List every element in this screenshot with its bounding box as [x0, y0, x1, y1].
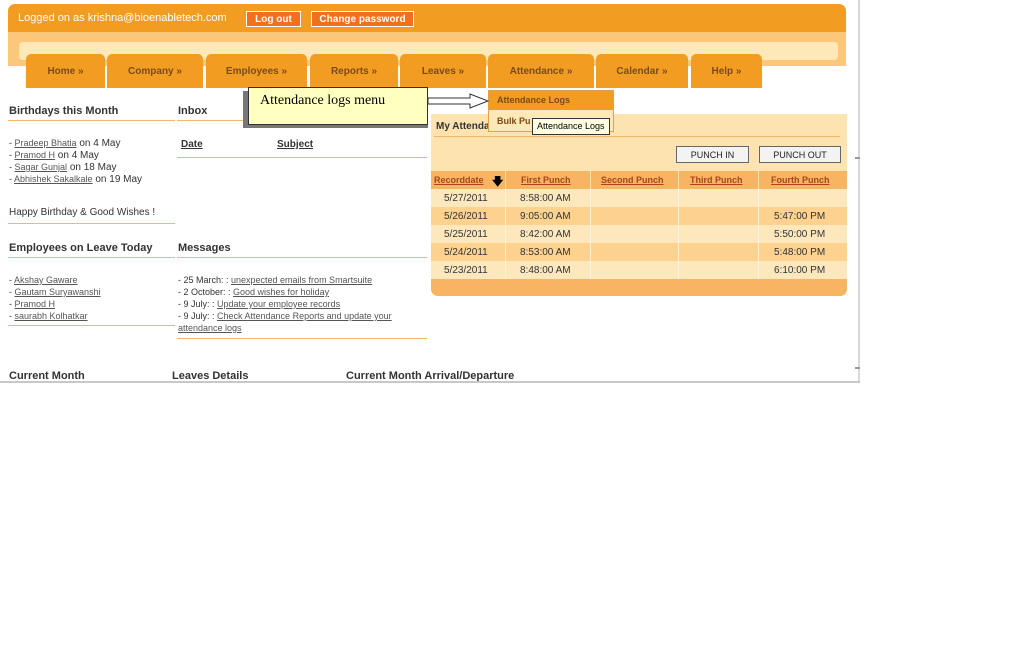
tab-leaves[interactable]: Leaves » [400, 54, 486, 88]
cell-date: 5/27/2011 [444, 193, 488, 204]
tab-company[interactable]: Company » [107, 54, 203, 88]
callout-arrow-icon [428, 93, 490, 109]
list-item: - 9 July: : Check Attendance Reports and… [178, 311, 392, 321]
callout-shadow [243, 125, 428, 128]
list-item: - Abhishek Sakalkale on 19 May [9, 174, 143, 185]
divider [177, 257, 427, 258]
employee-link[interactable]: Akshay Gaware [14, 275, 78, 285]
cell-first: 8:42:00 AM [520, 229, 571, 240]
column-separator [505, 189, 506, 279]
inbox-col-subject[interactable]: Subject [277, 139, 313, 150]
cell-date: 5/24/2011 [444, 247, 488, 258]
employee-link[interactable]: saurabh Kolhatkar [15, 311, 88, 321]
tooltip: Attendance Logs [532, 118, 610, 135]
col-recorddate[interactable]: Recorddate [434, 175, 484, 185]
list-item: - Akshay Gaware [9, 275, 78, 285]
employee-link[interactable]: Pramod H [15, 299, 56, 309]
tab-help[interactable]: Help » [691, 54, 762, 88]
divider [8, 325, 175, 326]
col-fourth-punch[interactable]: Fourth Punch [771, 175, 830, 185]
message-link[interactable]: Update your employee records [217, 299, 340, 309]
list-item: attendance logs [178, 323, 242, 333]
inbox-col-date[interactable]: Date [181, 139, 203, 150]
tab-employees[interactable]: Employees » [206, 54, 307, 88]
callout-annotation: Attendance logs menu [248, 87, 428, 125]
cell-first: 8:58:00 AM [520, 193, 571, 204]
cell-date: 5/25/2011 [444, 229, 488, 240]
list-item: - Sagar Gunjal on 18 May [9, 162, 117, 173]
table-footer [431, 279, 847, 296]
divider [177, 157, 427, 158]
punch-out-button[interactable]: PUNCH OUT [759, 146, 841, 163]
list-item: - saurabh Kolhatkar [9, 311, 88, 321]
list-item: - 9 July: : Update your employee records [178, 299, 341, 309]
menu-item-bulk-punch[interactable]: Bulk Pu [497, 116, 531, 126]
app-window: Logged on as krishna@bioenabletech.com L… [0, 0, 860, 383]
cell-fourth: 5:50:00 PM [774, 229, 826, 240]
column-separator [758, 171, 759, 189]
divider [8, 257, 175, 258]
column-separator [590, 171, 591, 189]
message-link[interactable]: Good wishes for holiday [233, 287, 329, 297]
birthday-link[interactable]: Pramod H [15, 150, 56, 160]
column-separator [590, 189, 591, 279]
col-first-punch[interactable]: First Punch [521, 175, 571, 185]
cell-fourth: 5:47:00 PM [774, 211, 826, 222]
messages-title: Messages [178, 242, 231, 254]
cell-first: 8:48:00 AM [520, 265, 571, 276]
tab-home[interactable]: Home » [26, 54, 105, 88]
window-edge [858, 0, 860, 383]
scrollbar-tick [855, 157, 860, 159]
column-separator [678, 171, 679, 189]
divider [8, 120, 175, 121]
divider [177, 120, 247, 121]
tab-calendar[interactable]: Calendar » [596, 54, 688, 88]
cell-first: 8:53:00 AM [520, 247, 571, 258]
birthday-link[interactable]: Sagar Gunjal [15, 162, 68, 172]
window-edge [0, 381, 860, 383]
col-third-punch[interactable]: Third Punch [690, 175, 743, 185]
birthday-link[interactable]: Abhishek Sakalkale [14, 174, 93, 184]
cell-date: 5/23/2011 [444, 265, 488, 276]
column-separator [758, 189, 759, 279]
list-item: - 2 October: : Good wishes for holiday [178, 287, 330, 297]
list-item: - Gautam Suryawanshi [9, 287, 101, 297]
logged-in-text: Logged on as krishna@bioenabletech.com [18, 12, 227, 24]
cell-fourth: 6:10:00 PM [774, 265, 826, 276]
menu-item-attendance-logs[interactable]: Attendance Logs [489, 91, 613, 110]
inbox-title: Inbox [178, 105, 208, 117]
column-separator [505, 171, 506, 189]
birthday-wish: Happy Birthday & Good Wishes ! [9, 207, 156, 218]
col-second-punch[interactable]: Second Punch [601, 175, 664, 185]
message-link[interactable]: attendance logs [178, 323, 242, 333]
scrollbar-tick [855, 367, 860, 369]
tab-attendance[interactable]: Attendance » [488, 54, 594, 88]
divider [434, 136, 840, 137]
cell-first: 9:05:00 AM [520, 211, 571, 222]
logout-button[interactable]: Log out [246, 11, 301, 27]
birthday-link[interactable]: Pradeep Bhatia [15, 138, 77, 148]
list-item: - 25 March: : unexpected emails from Sma… [178, 275, 373, 285]
change-password-button[interactable]: Change password [311, 11, 414, 27]
divider [177, 338, 427, 339]
birthdays-title: Birthdays this Month [9, 105, 119, 117]
message-link[interactable]: unexpected emails from Smartsuite [231, 275, 372, 285]
leave-today-title: Employees on Leave Today [9, 242, 153, 254]
divider [8, 223, 175, 224]
column-separator [678, 189, 679, 279]
punch-in-button[interactable]: PUNCH IN [676, 146, 749, 163]
table-row [431, 189, 847, 207]
cell-fourth: 5:48:00 PM [774, 247, 826, 258]
list-item: - Pradeep Bhatia on 4 May [9, 138, 121, 149]
list-item: - Pramod H [9, 299, 56, 309]
employee-link[interactable]: Gautam Suryawanshi [15, 287, 101, 297]
message-link[interactable]: Check Attendance Reports and update your [217, 311, 392, 321]
tab-reports[interactable]: Reports » [310, 54, 398, 88]
cell-date: 5/26/2011 [444, 211, 488, 222]
list-item: - Pramod H on 4 May [9, 150, 99, 161]
